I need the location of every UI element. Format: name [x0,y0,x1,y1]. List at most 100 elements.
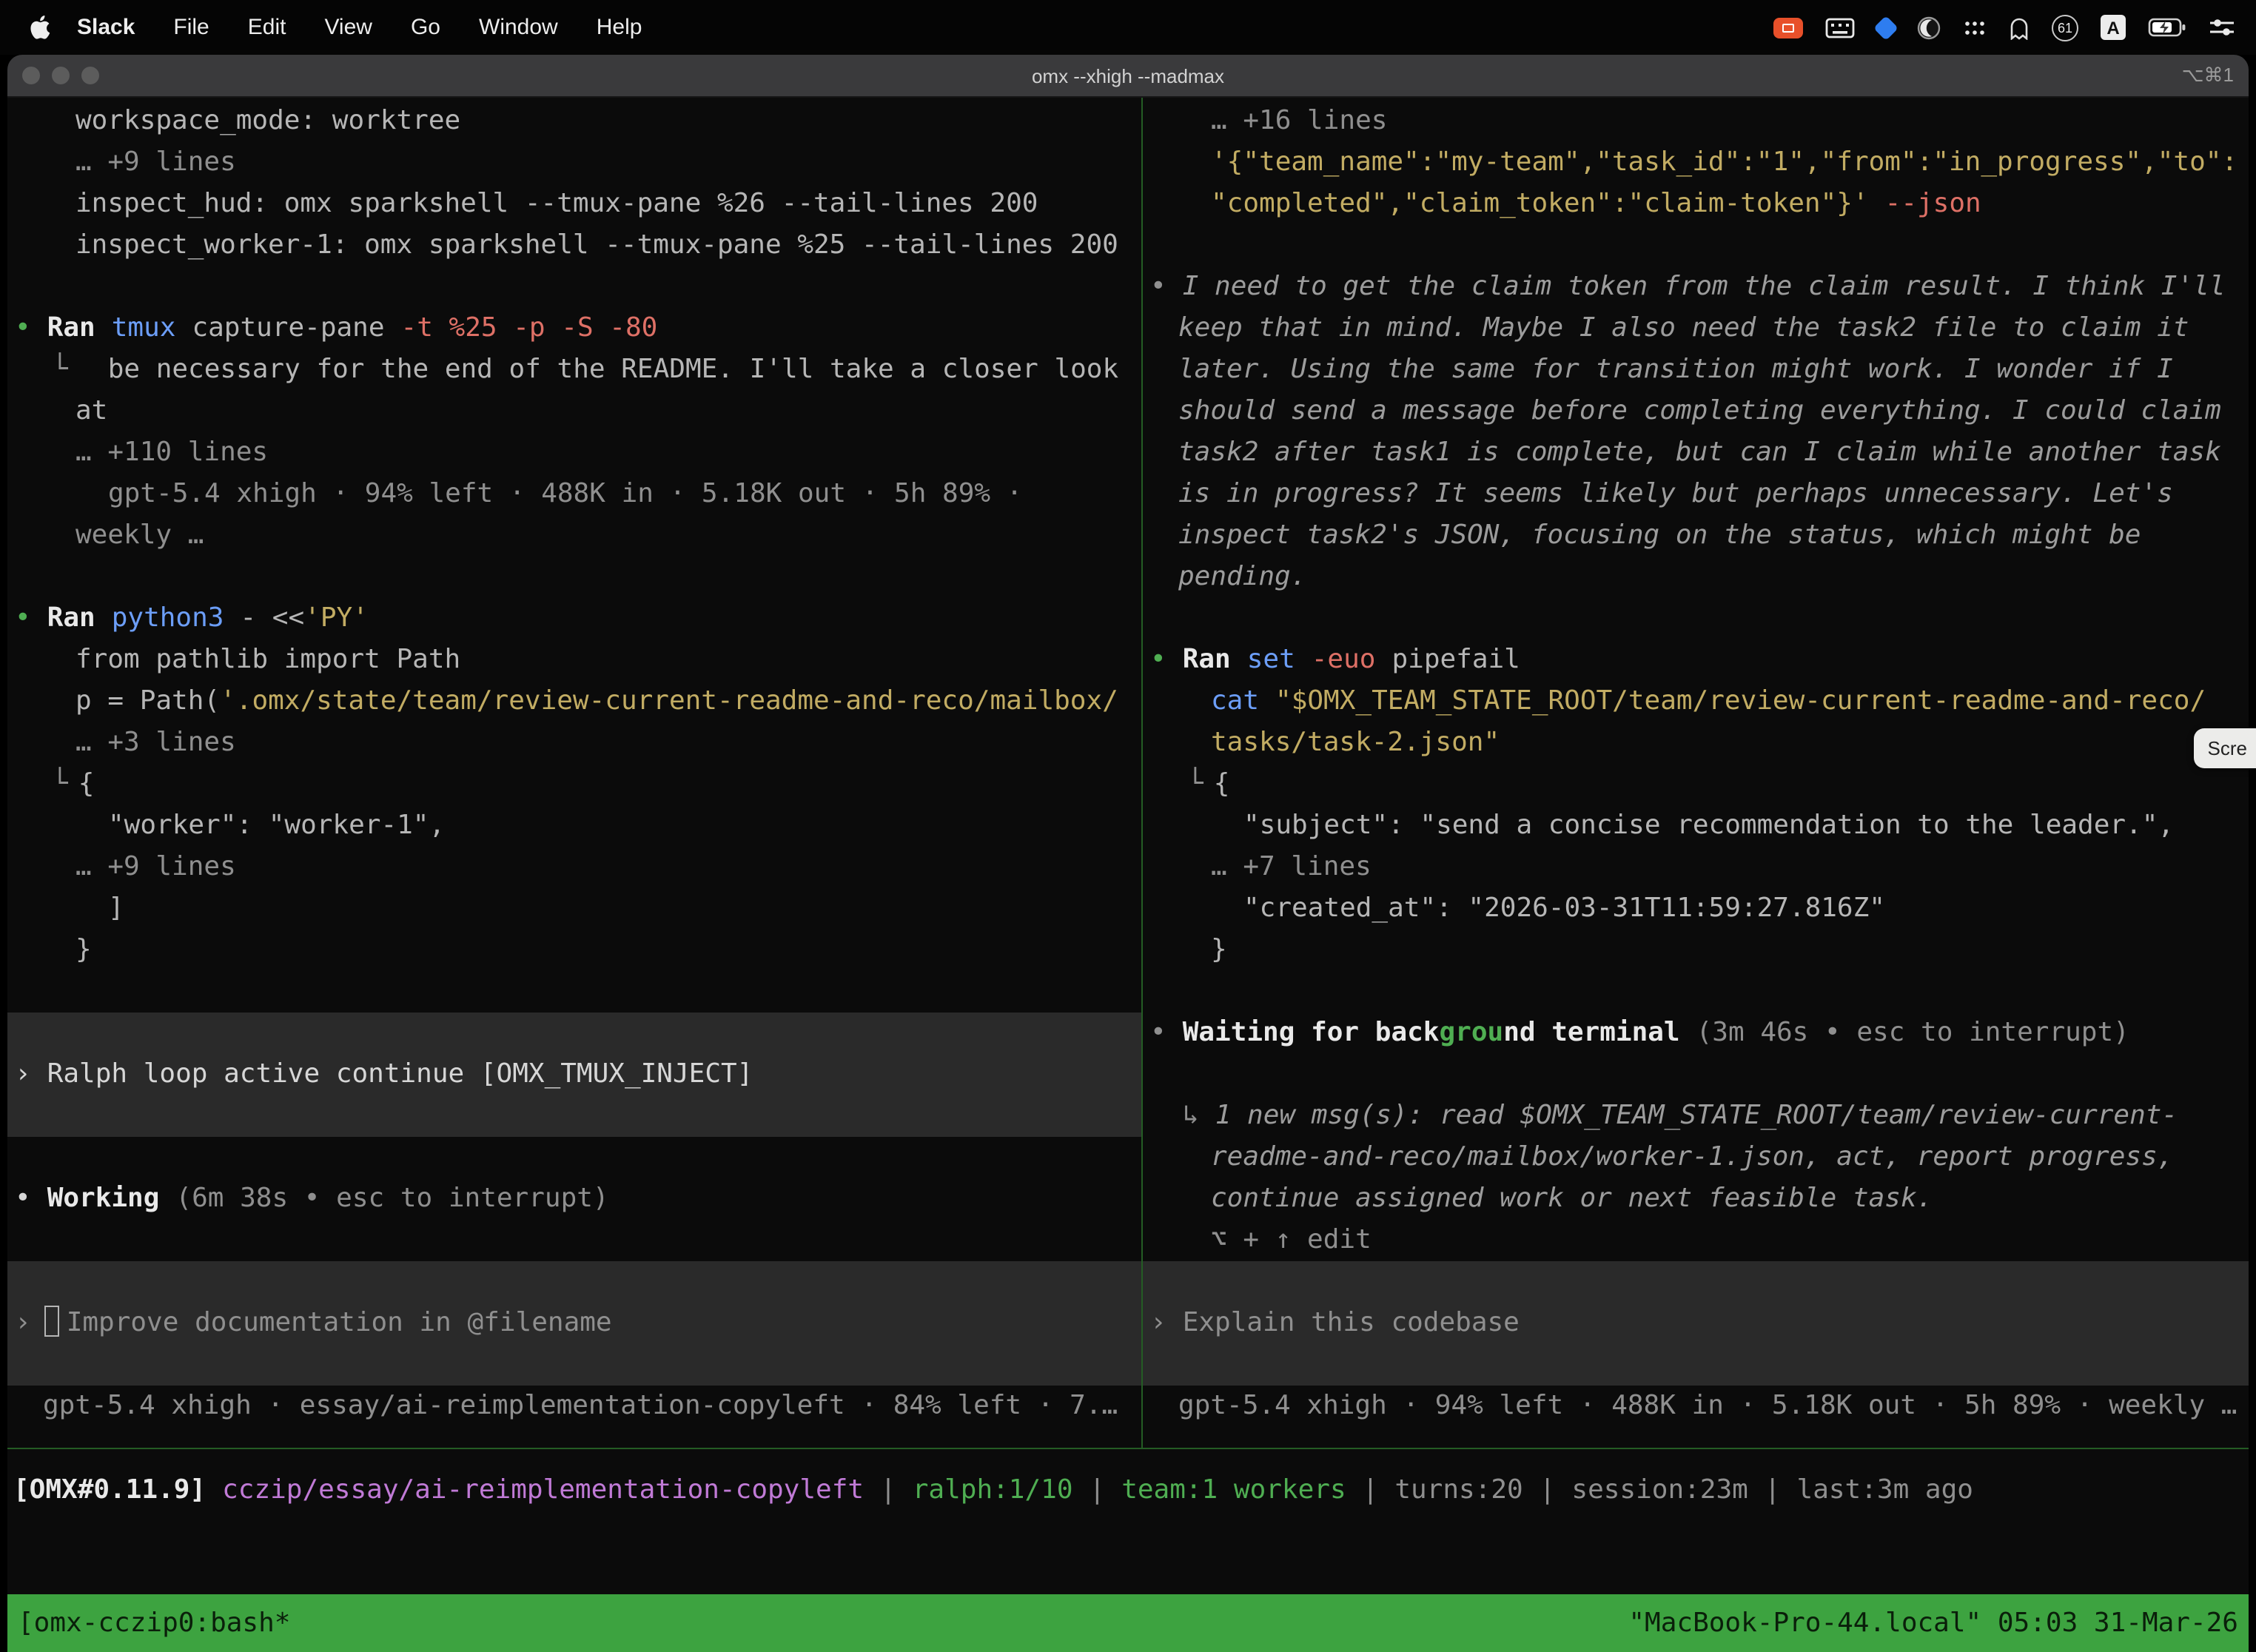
terminal-line: … +16 lines [1143,101,2249,142]
thinking-line: should send a message before completing … [1143,391,2249,432]
thinking-line: keep that in mind. Maybe I also need the… [1143,308,2249,349]
pane-divider-horizontal [7,1448,2249,1449]
menu-view[interactable]: View [324,15,372,40]
thinking-line: task2 after task1 is complete, but can I… [1143,432,2249,474]
pane-divider[interactable] [1141,98,1143,1448]
close-button[interactable] [22,67,40,84]
menu-window[interactable]: Window [479,15,558,40]
terminal-line: p = Path('.omx/state/team/review-current… [7,681,1141,722]
minimize-button[interactable] [52,67,70,84]
terminal-line: └be necessary for the end of the README.… [7,349,1141,391]
thinking-line: pending. [1143,557,2249,598]
input-source-icon[interactable]: A [2101,15,2126,40]
terminal-line: └{ [1143,764,2249,805]
terminal-line: └{ [7,764,1141,805]
terminal-line: … +7 lines [1143,847,2249,888]
prompt-input-left[interactable]: ›Improve documentation in @filename [7,1261,1141,1386]
ghost-app-icon[interactable] [2009,16,2030,39]
zoom-button[interactable] [81,67,99,84]
ralph-counter: ralph:1/10 [913,1474,1073,1505]
menu-edit[interactable]: Edit [248,15,286,40]
screen-recording-indicator[interactable] [1773,17,1803,38]
terminal-line: ] [7,888,1141,930]
terminal-line: cat"$OMX_TEAM_STATE_ROOT/team/review-cur… [1143,681,2249,722]
battery-percentage-badge[interactable]: 61 [2052,14,2078,41]
terminal-line: from pathlib import Path [7,639,1141,681]
tmux-status-bar: [omx-cczip0:bash* "MacBook-Pro-44.local"… [7,1594,2249,1652]
control-center-icon[interactable] [2209,18,2235,37]
project-path: cczip/essay/ai-reimplementation-copyleft [222,1474,864,1505]
terminal-line: "worker": "worker-1", [7,805,1141,847]
terminal-line: … +9 lines [7,142,1141,184]
spinner-icon: • [15,1183,31,1214]
terminal-line: ›Ralph loop active continue [OMX_TMUX_IN… [7,1054,1141,1095]
terminal-line: } [1143,930,2249,971]
working-status: •Working(6m 38s • esc to interrupt) [7,1178,1141,1220]
pane-footer: gpt-5.4 xhigh · 94% left · 488K in · 5.1… [1143,1386,2249,1427]
session-timer: session:23m [1571,1474,1748,1505]
menu-bar: Slack File Edit View Go Window Help 61 A [0,0,2256,55]
mailbox-note-line: ↳1 new msg(s): read $OMX_TEAM_STATE_ROOT… [1143,1095,2249,1137]
omx-status-bar: [OMX#0.11.9] cczip/essay/ai-reimplementat… [7,1470,2249,1511]
text-cursor [44,1306,59,1337]
battery-icon[interactable] [2148,18,2186,37]
last-activity: last:3m ago [1797,1474,1973,1505]
terminal-line: } [7,930,1141,971]
return-arrow-icon: ↳ [1183,1100,1199,1131]
spinner-icon: • [1150,1017,1166,1048]
prompt-placeholder: Explain this codebase [1183,1307,1520,1338]
left-terminal-pane[interactable]: workspace_mode: worktree … +9 lines insp… [7,98,1141,1448]
terminal-line: "completed","claim_token":"claim-token"}… [1143,184,2249,225]
corner-bracket-icon: └ [1187,768,1203,799]
terminal-line: workspace_mode: worktree [7,101,1141,142]
team-counter: team:1 workers [1121,1474,1346,1505]
inject-banner: ›Ralph loop active continue [OMX_TMUX_IN… [7,1013,1141,1137]
terminal-line: … +9 lines [7,847,1141,888]
command-line: •Ranpython3- <<'PY' [7,598,1141,639]
window-titlebar[interactable]: omx --xhigh --madmax ⌥⌘1 [7,55,2249,98]
prompt-input-right[interactable]: › Explain this codebase [1143,1261,2249,1386]
tmux-session-name: [omx-cczip0:bash* [18,1608,290,1639]
bullet-icon: • [15,602,31,634]
prompt-icon: › [15,1058,31,1089]
mailbox-note-line: continue assigned work or next feasible … [1143,1178,2249,1220]
prompt-line: › Explain this codebase [1143,1303,2249,1344]
bullet-icon: • [1150,271,1166,302]
prompt-line: ›Improve documentation in @filename [7,1303,1141,1344]
menu-file[interactable]: File [173,15,209,40]
prompt-icon: › [1150,1307,1166,1338]
terminal-line: gpt-5.4 xhigh · 94% left · 488K in · 5.1… [7,474,1141,515]
thinking-line: later. Using the same for transition mig… [1143,349,2249,391]
mailbox-note-line: readme-and-reco/mailbox/worker-1.json, a… [1143,1137,2249,1178]
terminal-line: '{"team_name":"my-team","task_id":"1","f… [1143,142,2249,184]
terminal-window: omx --xhigh --madmax ⌥⌘1 workspace_mode:… [7,55,2249,1652]
command-line: •Ranset-euopipefail [1143,639,2249,681]
corner-bracket-icon: └ [52,768,68,799]
bullet-icon: • [1150,644,1166,675]
keyboard-icon[interactable] [1825,17,1855,38]
dots-grid-icon[interactable] [1963,19,1987,36]
terminal-line: at [7,391,1141,432]
corner-bracket-icon: └ [52,354,68,385]
pane-footer: gpt-5.4 xhigh · essay/ai-reimplementatio… [7,1386,1141,1427]
terminal-line: tasks/task-2.json" [1143,722,2249,764]
right-terminal-pane[interactable]: … +16 lines '{"team_name":"my-team","tas… [1143,98,2249,1448]
menu-app-name[interactable]: Slack [77,15,135,40]
omx-version: [OMX#0.11.9] [13,1474,206,1505]
terminal-line: "created_at": "2026-03-31T11:59:27.816Z" [1143,888,2249,930]
menu-go[interactable]: Go [411,15,440,40]
menu-help[interactable]: Help [597,15,642,40]
moon-app-icon[interactable] [1917,16,1941,39]
bullet-icon: • [15,312,31,343]
apple-menu[interactable] [30,15,50,40]
waiting-status: •Waiting for background terminal(3m 46s … [1143,1013,2249,1054]
notification-sliver[interactable]: Scre [2195,728,2256,768]
tmux-host-clock: "MacBook-Pro-44.local" 05:03 31-Mar-26 [1628,1608,2238,1639]
terminal-line: weekly … [7,515,1141,557]
gem-app-icon[interactable] [1873,15,1899,40]
thinking-line: is in progress? It seems likely but perh… [1143,474,2249,515]
terminal-line: "subject": "send a concise recommendatio… [1143,805,2249,847]
window-shortcut-hint: ⌥⌘1 [2182,64,2249,87]
terminal-line: … +3 lines [7,722,1141,764]
turns-counter: turns:20 [1394,1474,1523,1505]
